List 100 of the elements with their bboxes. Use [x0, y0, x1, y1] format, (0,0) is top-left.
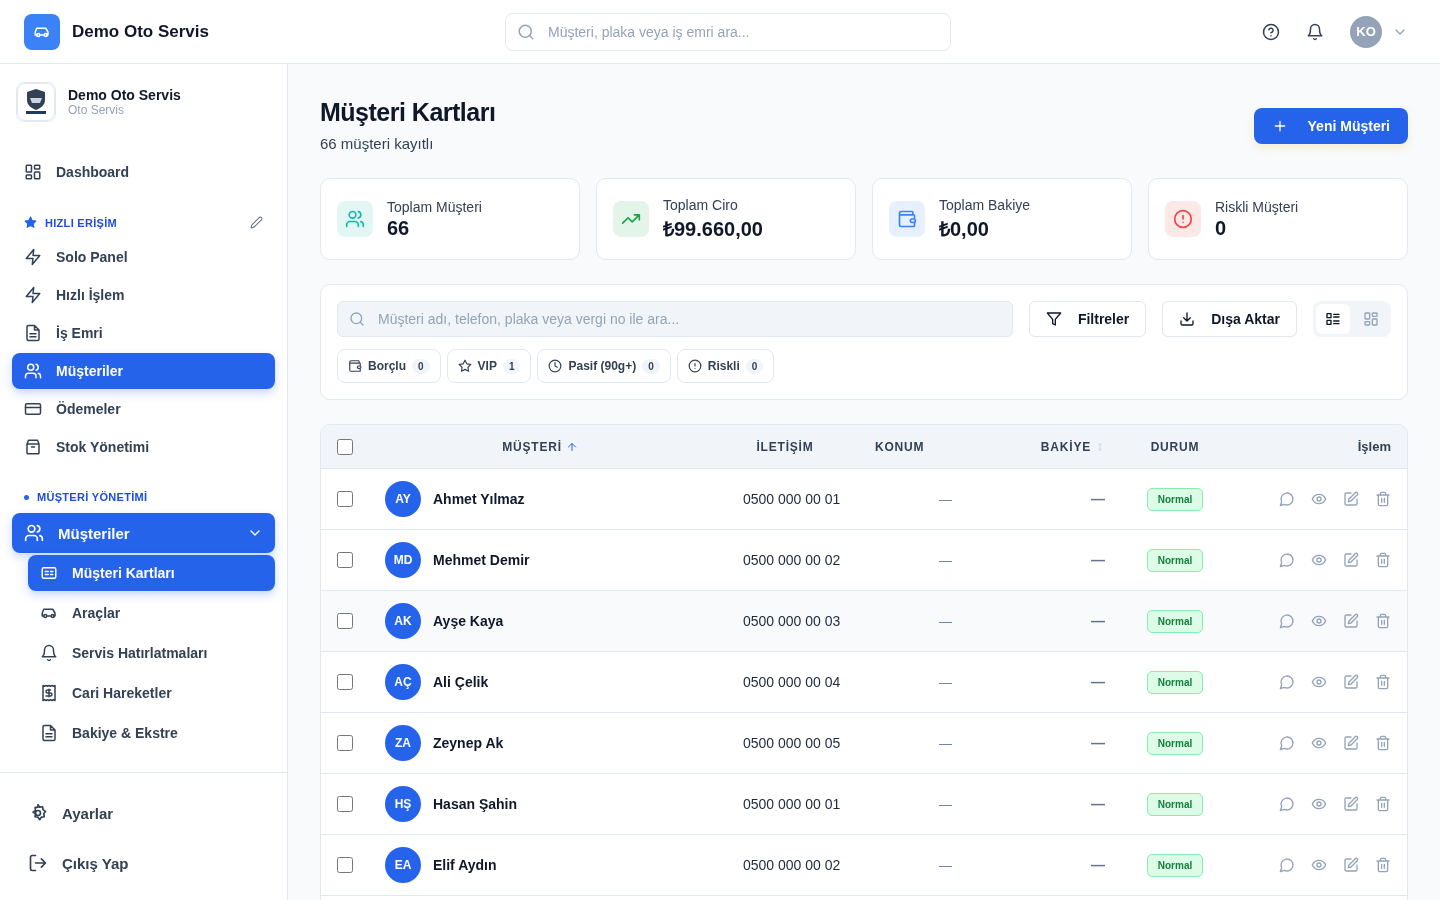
nav-item[interactable]: Solo Panel: [12, 239, 275, 275]
help-button[interactable]: [1262, 22, 1280, 41]
trash-button[interactable]: [1375, 674, 1391, 690]
trash-button[interactable]: [1375, 552, 1391, 568]
users-icon: [24, 523, 44, 543]
row-checkbox[interactable]: [337, 857, 353, 873]
nav-item[interactable]: Servis Hatırlatmaları: [28, 635, 275, 671]
status-badge: Normal: [1146, 792, 1204, 816]
comment-button[interactable]: [1279, 674, 1295, 690]
eye-button[interactable]: [1311, 735, 1327, 751]
trash-button[interactable]: [1375, 613, 1391, 629]
eye-button[interactable]: [1311, 613, 1327, 629]
column-header[interactable]: İşlem: [1357, 439, 1391, 454]
filter-chip[interactable]: Pasif (90g+) 0: [537, 349, 671, 383]
trash-button[interactable]: [1375, 857, 1391, 873]
comment-icon: [1279, 674, 1295, 690]
edit-button[interactable]: [1343, 796, 1359, 812]
nav-item[interactable]: Hızlı İşlem: [12, 277, 275, 313]
clock-icon: [548, 359, 563, 373]
edit-button[interactable]: [1343, 613, 1359, 629]
edit-icon: [1343, 796, 1359, 812]
filter-chip[interactable]: Borçlu 0: [337, 349, 441, 383]
edit-button[interactable]: [1343, 674, 1359, 690]
count-badge: 1: [502, 358, 521, 374]
filter-chip[interactable]: Riskli 0: [676, 349, 775, 383]
row-checkbox[interactable]: [337, 735, 353, 751]
nav-item[interactable]: Müşteriler: [12, 353, 275, 389]
nav-item[interactable]: Ayarlar: [16, 789, 271, 837]
status-badge: Normal: [1146, 670, 1204, 694]
row-checkbox[interactable]: [337, 552, 353, 568]
edit-button[interactable]: [1343, 491, 1359, 507]
edit-button[interactable]: [1343, 552, 1359, 568]
select-all-checkbox[interactable]: [337, 438, 353, 455]
eye-button[interactable]: [1311, 796, 1327, 812]
initials-avatar: MD: [385, 542, 421, 578]
trash-icon: [1375, 674, 1391, 690]
nav-item[interactable]: İş Emri: [12, 315, 275, 351]
row-checkbox[interactable]: [337, 796, 353, 812]
phone-cell-text: 0500 000 00 02: [742, 857, 842, 873]
nav-item[interactable]: Çıkış Yap: [16, 839, 271, 887]
search-icon: [517, 22, 535, 41]
nav-item[interactable]: Araçlar: [28, 595, 275, 631]
nav-item[interactable]: Ödemeler: [12, 391, 275, 427]
grid-icon: [24, 163, 42, 181]
nav-item[interactable]: Dashboard: [12, 154, 275, 190]
comment-button[interactable]: [1279, 735, 1295, 751]
nav-item[interactable]: Bakiye & Ekstre: [28, 715, 275, 751]
brand-name: Demo Oto Servis: [72, 21, 209, 42]
filters-button[interactable]: Filtreler: [1028, 301, 1147, 337]
eye-button[interactable]: [1311, 491, 1327, 507]
list-view-button[interactable]: [1316, 304, 1350, 334]
nav-item[interactable]: Cari Hareketler: [28, 675, 275, 711]
comment-button[interactable]: [1279, 552, 1295, 568]
new-customer-button[interactable]: Yeni Müşteri: [1253, 108, 1408, 144]
filter-chip[interactable]: VIP 1: [446, 349, 532, 383]
comment-button[interactable]: [1279, 796, 1295, 812]
help-icon: [1262, 22, 1280, 41]
eye-button[interactable]: [1311, 857, 1327, 873]
column-header[interactable]: KONUM: [875, 439, 925, 454]
search-icon: [349, 311, 365, 327]
edit-button[interactable]: [250, 216, 263, 229]
customer-name: Ahmet Yılmaz: [433, 491, 525, 507]
nav-item[interactable]: Müşteriler: [12, 513, 275, 553]
comment-button[interactable]: [1279, 857, 1295, 873]
row-checkbox[interactable]: [337, 674, 353, 690]
stat-label: Riskli Müşteri: [1215, 198, 1299, 215]
eye-button[interactable]: [1311, 674, 1327, 690]
customer-name: Ali Çelik: [433, 674, 489, 690]
phone-cell-text: 0500 000 00 05: [742, 735, 842, 751]
nav-item[interactable]: Müşteri Kartları: [28, 555, 275, 591]
phone-cell-text: 0500 000 00 02: [742, 552, 842, 568]
search-field[interactable]: Müşteri adı, telefon, plaka veya vergi no ile ara...: [337, 301, 1013, 337]
search-field[interactable]: Müşteri, plaka veya iş emri ara...: [505, 12, 951, 51]
trash-button[interactable]: [1375, 491, 1391, 507]
bell-icon: [40, 644, 58, 662]
edit-button[interactable]: [1343, 857, 1359, 873]
row-checkbox[interactable]: [337, 491, 353, 507]
star-icon: [457, 359, 472, 373]
initials-avatar: AY: [385, 481, 421, 517]
eye-button[interactable]: [1311, 552, 1327, 568]
grid-icon: [1363, 311, 1379, 327]
comment-button[interactable]: [1279, 491, 1295, 507]
column-header[interactable]: İLETİŞİM: [756, 439, 814, 454]
id-card-icon: [40, 564, 58, 582]
initials-avatar: HŞ: [385, 786, 421, 822]
comment-button[interactable]: [1279, 613, 1295, 629]
nav-item[interactable]: Stok Yönetimi: [12, 429, 275, 465]
trash-button[interactable]: [1375, 735, 1391, 751]
export-button[interactable]: Dışa Aktar: [1162, 301, 1297, 337]
notifications-button[interactable]: [1306, 22, 1324, 41]
row-checkbox[interactable]: [337, 613, 353, 629]
column-header[interactable]: DURUM: [1150, 439, 1200, 454]
stat-label: Toplam Bakiye: [939, 196, 1031, 213]
trash-button[interactable]: [1375, 796, 1391, 812]
phone-cell-text: 0500 000 00 01: [742, 491, 842, 507]
edit-button[interactable]: [1343, 735, 1359, 751]
column-header[interactable]: MÜŞTERİ: [502, 439, 562, 454]
shield-logo: [16, 82, 56, 122]
column-header[interactable]: BAKİYE: [1040, 439, 1091, 454]
eye-icon: [1311, 674, 1327, 690]
